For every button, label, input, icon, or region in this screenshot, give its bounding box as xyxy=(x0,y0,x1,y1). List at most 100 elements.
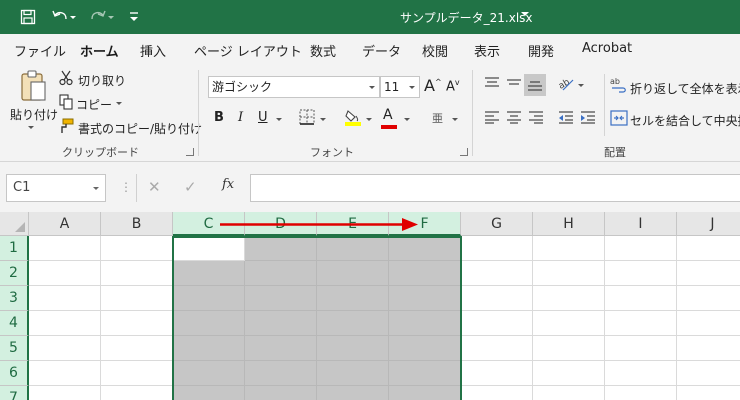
cell-d7[interactable] xyxy=(245,386,317,400)
cell-i5[interactable] xyxy=(605,336,677,361)
cell-f7[interactable] xyxy=(389,386,461,400)
fill-color-icon[interactable] xyxy=(344,108,362,132)
cell-i3[interactable] xyxy=(605,286,677,311)
increase-font-size-button[interactable]: A^ xyxy=(424,76,442,95)
format-painter-button[interactable]: 書式のコピー/貼り付け xyxy=(78,120,202,137)
cut-button[interactable]: 切り取り xyxy=(78,72,126,89)
formula-input[interactable] xyxy=(250,174,740,202)
cell-g3[interactable] xyxy=(461,286,533,311)
cell-g2[interactable] xyxy=(461,261,533,286)
tab-data[interactable]: データ xyxy=(362,41,401,60)
borders-dropdown-icon[interactable] xyxy=(320,118,326,121)
customize-qat-icon[interactable] xyxy=(124,7,144,27)
cell-c6[interactable] xyxy=(173,361,245,386)
cell-c4[interactable] xyxy=(173,311,245,336)
cell-j2[interactable] xyxy=(677,261,740,286)
cell-h4[interactable] xyxy=(533,311,605,336)
increase-indent-icon[interactable] xyxy=(578,110,598,130)
row-header-5[interactable]: 5 xyxy=(0,336,29,361)
cell-a3[interactable] xyxy=(29,286,101,311)
cell-c3[interactable] xyxy=(173,286,245,311)
cell-e5[interactable] xyxy=(317,336,389,361)
save-icon[interactable] xyxy=(18,7,38,27)
cell-h2[interactable] xyxy=(533,261,605,286)
tab-insert[interactable]: 挿入 xyxy=(140,41,166,60)
borders-icon[interactable] xyxy=(298,109,316,131)
cell-f2[interactable] xyxy=(389,261,461,286)
cell-j4[interactable] xyxy=(677,311,740,336)
cell-d4[interactable] xyxy=(245,311,317,336)
underline-button[interactable]: U xyxy=(258,110,268,125)
cell-b3[interactable] xyxy=(101,286,173,311)
tab-page-layout[interactable]: ページ レイアウト xyxy=(194,41,302,60)
cell-j5[interactable] xyxy=(677,336,740,361)
cell-c2[interactable] xyxy=(173,261,245,286)
enter-icon[interactable]: ✓ xyxy=(184,178,197,196)
cell-b6[interactable] xyxy=(101,361,173,386)
align-left-icon[interactable] xyxy=(482,110,502,130)
row-header-3[interactable]: 3 xyxy=(0,286,29,311)
cell-f5[interactable] xyxy=(389,336,461,361)
align-middle-icon[interactable] xyxy=(504,76,524,96)
phonetic-dropdown-icon[interactable] xyxy=(452,118,458,121)
row-header-7[interactable]: 7 xyxy=(0,386,29,400)
cell-f3[interactable] xyxy=(389,286,461,311)
phonetic-button[interactable]: 亜 xyxy=(432,110,443,126)
merge-center-button[interactable]: セルを結合して中央揃え xyxy=(630,112,740,129)
cell-i7[interactable] xyxy=(605,386,677,400)
cell-f4[interactable] xyxy=(389,311,461,336)
orientation-icon[interactable]: ab xyxy=(556,74,576,98)
align-top-icon[interactable] xyxy=(482,76,502,96)
align-bottom-icon[interactable] xyxy=(524,74,546,96)
cell-h5[interactable] xyxy=(533,336,605,361)
font-size-select[interactable]: 11 xyxy=(380,76,420,98)
bold-button[interactable]: B xyxy=(214,110,224,125)
cell-g5[interactable] xyxy=(461,336,533,361)
cell-h6[interactable] xyxy=(533,361,605,386)
cell-a5[interactable] xyxy=(29,336,101,361)
undo-dropdown-icon[interactable] xyxy=(70,16,76,19)
cell-d2[interactable] xyxy=(245,261,317,286)
orientation-dropdown-icon[interactable] xyxy=(578,84,584,87)
cell-e6[interactable] xyxy=(317,361,389,386)
cell-b7[interactable] xyxy=(101,386,173,400)
cell-j7[interactable] xyxy=(677,386,740,400)
align-center-icon[interactable] xyxy=(504,110,524,130)
redo-dropdown-icon[interactable] xyxy=(108,16,114,19)
paste-button[interactable]: 貼り付け xyxy=(10,106,58,123)
paste-icon[interactable] xyxy=(16,70,50,106)
cell-e3[interactable] xyxy=(317,286,389,311)
tab-developer[interactable]: 開発 xyxy=(528,41,554,60)
tab-acrobat[interactable]: Acrobat xyxy=(582,41,632,56)
cell-h7[interactable] xyxy=(533,386,605,400)
copy-button[interactable]: コピー xyxy=(76,96,112,113)
font-name-select[interactable]: 游ゴシック xyxy=(208,76,380,98)
cell-b5[interactable] xyxy=(101,336,173,361)
fill-color-dropdown-icon[interactable] xyxy=(366,118,372,121)
cell-i2[interactable] xyxy=(605,261,677,286)
cell-b4[interactable] xyxy=(101,311,173,336)
undo-icon[interactable] xyxy=(50,7,70,27)
wrap-text-button[interactable]: 折り返して全体を表示す xyxy=(630,80,740,97)
title-dropdown-icon[interactable] xyxy=(521,12,529,16)
cell-b2[interactable] xyxy=(101,261,173,286)
cell-d6[interactable] xyxy=(245,361,317,386)
cell-a2[interactable] xyxy=(29,261,101,286)
cell-a4[interactable] xyxy=(29,311,101,336)
cell-a7[interactable] xyxy=(29,386,101,400)
cancel-icon[interactable]: ✕ xyxy=(148,178,161,196)
redo-icon[interactable] xyxy=(88,7,108,27)
cell-g6[interactable] xyxy=(461,361,533,386)
insert-function-icon[interactable]: fx xyxy=(222,177,234,192)
cell-i6[interactable] xyxy=(605,361,677,386)
cell-e7[interactable] xyxy=(317,386,389,400)
align-right-icon[interactable] xyxy=(526,110,546,130)
cell-h3[interactable] xyxy=(533,286,605,311)
cell-d3[interactable] xyxy=(245,286,317,311)
row-header-2[interactable]: 2 xyxy=(0,261,29,286)
clipboard-launcher-icon[interactable] xyxy=(186,148,194,156)
row-header-4[interactable]: 4 xyxy=(0,311,29,336)
cell-j3[interactable] xyxy=(677,286,740,311)
font-color-button[interactable]: A xyxy=(383,107,393,123)
cell-f6[interactable] xyxy=(389,361,461,386)
